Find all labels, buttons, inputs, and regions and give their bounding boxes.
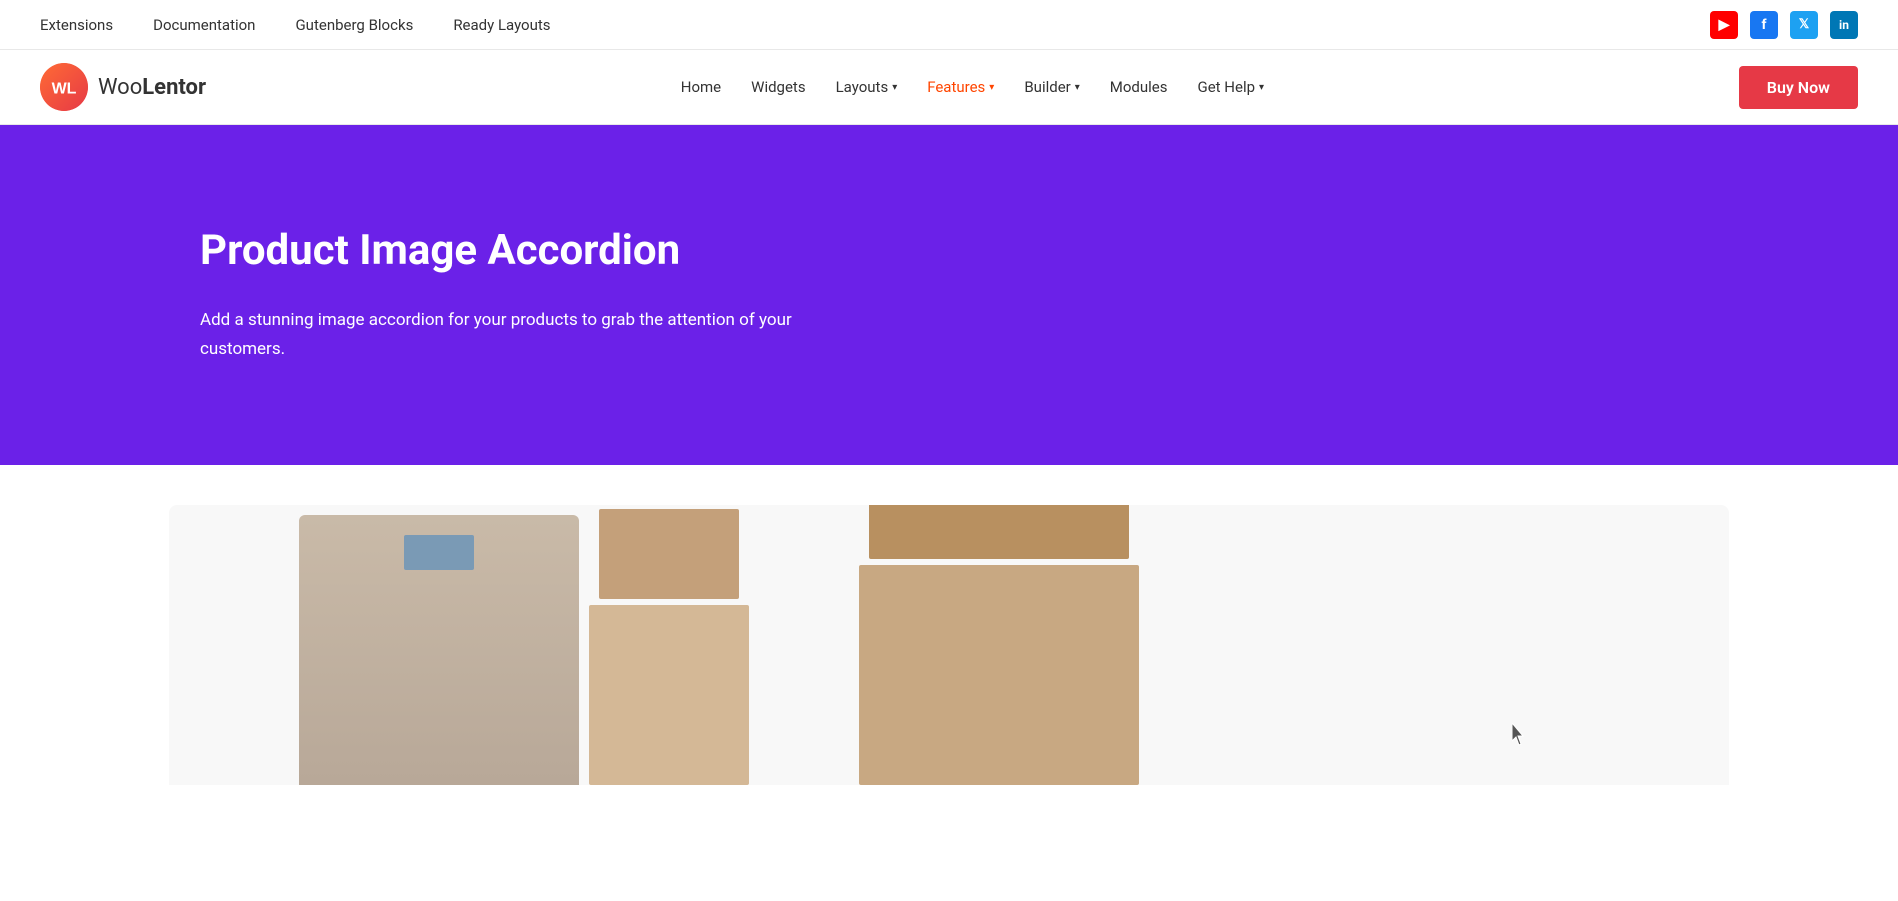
features-chevron-icon: ▾ xyxy=(989,82,994,93)
box-wide-top xyxy=(869,505,1129,559)
nav-features-link[interactable]: Features ▾ xyxy=(927,78,994,96)
top-bar: Extensions Documentation Gutenberg Block… xyxy=(0,0,1898,50)
nav-modules-link[interactable]: Modules xyxy=(1110,78,1168,96)
social-links: ▶ f 𝕏 in xyxy=(1710,11,1858,39)
box-small xyxy=(599,509,739,599)
topbar-extensions-link[interactable]: Extensions xyxy=(40,16,113,34)
product-image-section xyxy=(0,465,1898,785)
collar-detail xyxy=(404,535,474,570)
box-wide xyxy=(859,565,1139,785)
builder-chevron-icon: ▾ xyxy=(1075,82,1080,93)
product-box-stack-2 xyxy=(859,505,1139,785)
layouts-chevron-icon: ▾ xyxy=(892,82,897,93)
youtube-icon[interactable]: ▶ xyxy=(1710,11,1738,39)
product-clothing-item xyxy=(299,515,579,785)
logo-link[interactable]: WL WooLentor xyxy=(40,63,206,111)
top-bar-navigation: Extensions Documentation Gutenberg Block… xyxy=(40,16,551,34)
logo-icon: WL xyxy=(40,63,88,111)
box-large xyxy=(589,605,749,785)
logo-text: WooLentor xyxy=(98,75,206,100)
nav-home-link[interactable]: Home xyxy=(681,78,721,96)
main-nav-links: Home Widgets Layouts ▾ Features ▾ Builde… xyxy=(681,78,1264,96)
main-navigation: WL WooLentor Home Widgets Layouts ▾ Feat… xyxy=(0,50,1898,125)
linkedin-icon[interactable]: in xyxy=(1830,11,1858,39)
twitter-icon[interactable]: 𝕏 xyxy=(1790,11,1818,39)
buy-now-button[interactable]: Buy Now xyxy=(1739,66,1858,109)
nav-widgets-link[interactable]: Widgets xyxy=(751,78,805,96)
hero-description: Add a stunning image accordion for your … xyxy=(200,306,880,364)
nav-layouts-link[interactable]: Layouts ▾ xyxy=(836,78,898,96)
hero-title: Product Image Accordion xyxy=(200,226,1698,276)
facebook-icon[interactable]: f xyxy=(1750,11,1778,39)
nav-builder-link[interactable]: Builder ▾ xyxy=(1024,78,1079,96)
hero-section: Product Image Accordion Add a stunning i… xyxy=(0,125,1898,465)
nav-get-help-link[interactable]: Get Help ▾ xyxy=(1198,78,1265,96)
svg-text:WL: WL xyxy=(52,81,77,98)
topbar-documentation-link[interactable]: Documentation xyxy=(153,16,255,34)
topbar-ready-layouts-link[interactable]: Ready Layouts xyxy=(453,16,550,34)
topbar-gutenberg-blocks-link[interactable]: Gutenberg Blocks xyxy=(295,16,413,34)
product-image-container xyxy=(169,505,1729,785)
get-help-chevron-icon: ▾ xyxy=(1259,82,1264,93)
product-box-stack-1 xyxy=(589,509,749,785)
